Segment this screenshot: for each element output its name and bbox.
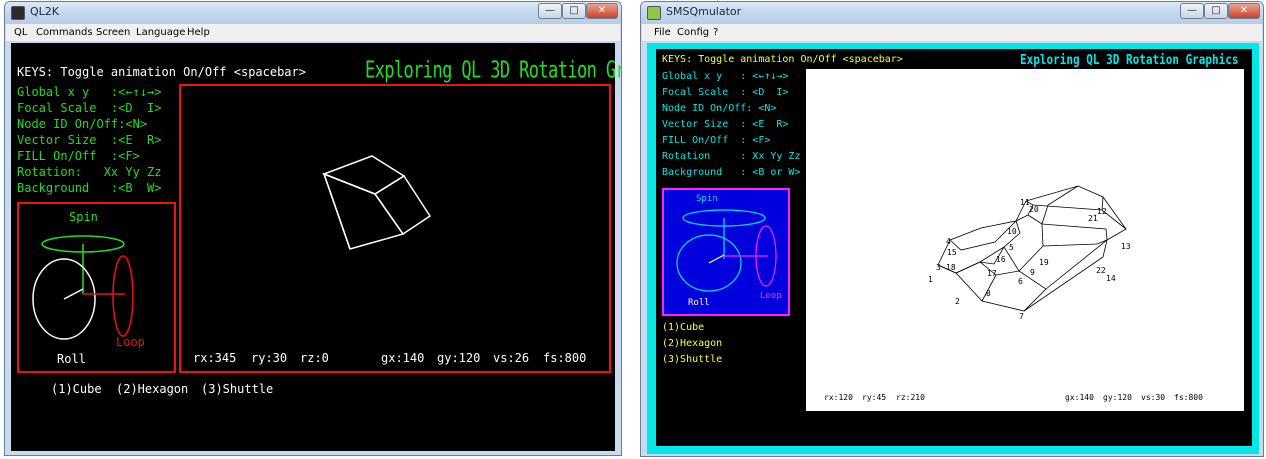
app-icon [11, 6, 25, 20]
title-bar[interactable]: SMSQmulator — □ ✕ [641, 2, 1263, 24]
menu-file[interactable]: File [654, 27, 671, 38]
status-vs: vs:30 [1141, 393, 1166, 402]
status-ry: ry:45 [862, 393, 887, 402]
window-title: QL2K [30, 5, 59, 18]
maximize-button[interactable]: □ [1204, 3, 1228, 19]
status-ry: ry:30 [251, 351, 288, 365]
render-viewport[interactable]: 1 2 3 4 5 6 7 8 9 10 11 12 13 14 15 16 1… [806, 69, 1244, 411]
gyro-roll-label: Roll [688, 298, 710, 308]
shuttle-wireframe: 1 2 3 4 5 6 7 8 9 10 11 12 13 14 15 16 1… [928, 185, 1131, 321]
window-title: SMSQmulator [666, 5, 742, 18]
menu-bar: File Config ? [642, 24, 1262, 42]
node-id-17: 17 [987, 269, 997, 278]
menu-help[interactable]: Help [187, 27, 210, 38]
node-id-13: 13 [1121, 242, 1131, 251]
node-id-8: 8 [986, 289, 991, 298]
node-id-4: 4 [946, 237, 951, 246]
help-line-global: Global x y : <←↑↓→> [662, 71, 789, 82]
menu-commands[interactable]: Commands [36, 27, 93, 38]
status-gx: gx:140 [1065, 393, 1094, 402]
status-gx: gx:140 [381, 351, 425, 365]
help-line-node-id: Node ID On/Off:<N> [17, 117, 148, 131]
status-rz: rz:210 [896, 393, 925, 402]
app-icon [647, 6, 661, 20]
gyro-panel: Spin Roll Loop [662, 188, 790, 316]
help-line-vector: Vector Size :<E R> [17, 133, 162, 147]
node-id-14: 14 [1106, 274, 1116, 283]
node-id-20: 20 [1029, 205, 1039, 214]
help-line-fill: FILL On/Off : <F> [662, 135, 771, 146]
status-vs: vs:26 [493, 351, 530, 365]
help-line-fill: FILL On/Off :<F> [17, 149, 140, 163]
status-fs: fs:800 [543, 351, 587, 365]
node-id-1: 1 [928, 275, 933, 284]
cube-wireframe [321, 155, 432, 250]
node-id-18: 18 [946, 263, 956, 272]
render-viewport[interactable]: rx:345 ry:30 rz:0 gx:140 gy:120 vs:26 fs… [179, 84, 611, 373]
status-rx: rx:345 [193, 351, 237, 365]
status-gy: gy:120 [1103, 393, 1132, 402]
node-id-19: 19 [1039, 258, 1049, 267]
minimize-button[interactable]: — [1180, 3, 1204, 19]
gyro-graphic [32, 235, 134, 340]
minimize-button[interactable]: — [538, 3, 562, 19]
gyro-loop-label: Loop [760, 291, 782, 301]
keys-help-line: KEYS: Toggle animation On/Off <spacebar> [17, 65, 306, 79]
ql2k-window: QL2K — □ ✕ QL Commands Screen Language H… [4, 1, 622, 456]
menu-ql[interactable]: QL [14, 27, 27, 38]
menu-bar: QL Commands Screen Language Help [6, 24, 620, 42]
ql-screen[interactable]: KEYS: Toggle animation On/Off <spacebar>… [11, 43, 621, 451]
smsq-screen[interactable]: KEYS: Toggle animation On/Off <spacebar>… [656, 49, 1252, 446]
node-id-12: 12 [1097, 207, 1107, 216]
keys-help-line: KEYS: Toggle animation On/Off <spacebar> [662, 54, 903, 65]
help-line-focal: Focal Scale :<D I> [17, 101, 162, 115]
smsqmulator-window: SMSQmulator — □ ✕ File Config ? KEYS: To… [640, 1, 1264, 457]
menu-screen[interactable]: Screen [96, 27, 130, 38]
page-title: Exploring QL 3D Rotation Graphics [1020, 52, 1239, 68]
help-line-rotation: Rotation : Xx Yy Zz [662, 151, 801, 162]
node-id-22: 22 [1096, 266, 1106, 275]
shape-option-cube[interactable]: (1)Cube [51, 382, 102, 396]
gyro-spin-label: Spin [69, 210, 98, 224]
menu-help[interactable]: ? [713, 27, 718, 38]
node-id-16: 16 [996, 255, 1006, 264]
node-id-6: 6 [1018, 277, 1023, 286]
shape-option-hexagon[interactable]: (2)Hexagon [116, 382, 188, 396]
help-line-node-id: Node ID On/Off: <N> [662, 103, 777, 114]
node-id-21: 21 [1088, 214, 1098, 223]
menu-config[interactable]: Config [677, 27, 709, 38]
menu-language[interactable]: Language [136, 27, 185, 38]
node-id-7: 7 [1019, 312, 1024, 321]
close-button[interactable]: ✕ [586, 3, 618, 19]
help-line-background: Background : <B or W> [662, 167, 801, 178]
help-line-global: Global x y :<←↑↓→> [17, 85, 162, 99]
help-line-vector: Vector Size : <E R> [662, 119, 789, 130]
node-id-10: 10 [1007, 227, 1017, 236]
node-id-15: 15 [947, 248, 957, 257]
title-bar[interactable]: QL2K — □ ✕ [5, 2, 621, 24]
page-title: Exploring QL 3D Rotation Graphics [365, 57, 621, 84]
smsq-screen-border: KEYS: Toggle animation On/Off <spacebar>… [647, 43, 1259, 454]
shape-option-shuttle[interactable]: (3)Shuttle [662, 354, 722, 365]
shape-option-cube[interactable]: (1)Cube [662, 322, 704, 333]
gyro-roll-label: Roll [57, 352, 86, 366]
maximize-button[interactable]: □ [562, 3, 586, 19]
shape-option-hexagon[interactable]: (2)Hexagon [662, 338, 722, 349]
help-line-background: Background :<B W> [17, 181, 162, 195]
node-id-3: 3 [936, 263, 941, 272]
gyro-spin-label: Spin [696, 194, 718, 204]
close-button[interactable]: ✕ [1228, 3, 1260, 19]
help-line-focal: Focal Scale : <D I> [662, 87, 789, 98]
help-line-rotation: Rotation: Xx Yy Zz [17, 165, 162, 179]
status-rx: rx:120 [824, 393, 853, 402]
status-fs: fs:800 [1174, 393, 1203, 402]
gyro-panel: Spin Roll Loop [17, 202, 176, 373]
node-id-2: 2 [955, 297, 960, 306]
shape-option-shuttle[interactable]: (3)Shuttle [201, 382, 273, 396]
status-rz: rz:0 [300, 351, 329, 365]
status-gy: gy:120 [437, 351, 481, 365]
gyro-loop-label: Loop [116, 335, 145, 349]
node-id-9: 9 [1030, 268, 1035, 277]
node-id-5: 5 [1009, 243, 1014, 252]
